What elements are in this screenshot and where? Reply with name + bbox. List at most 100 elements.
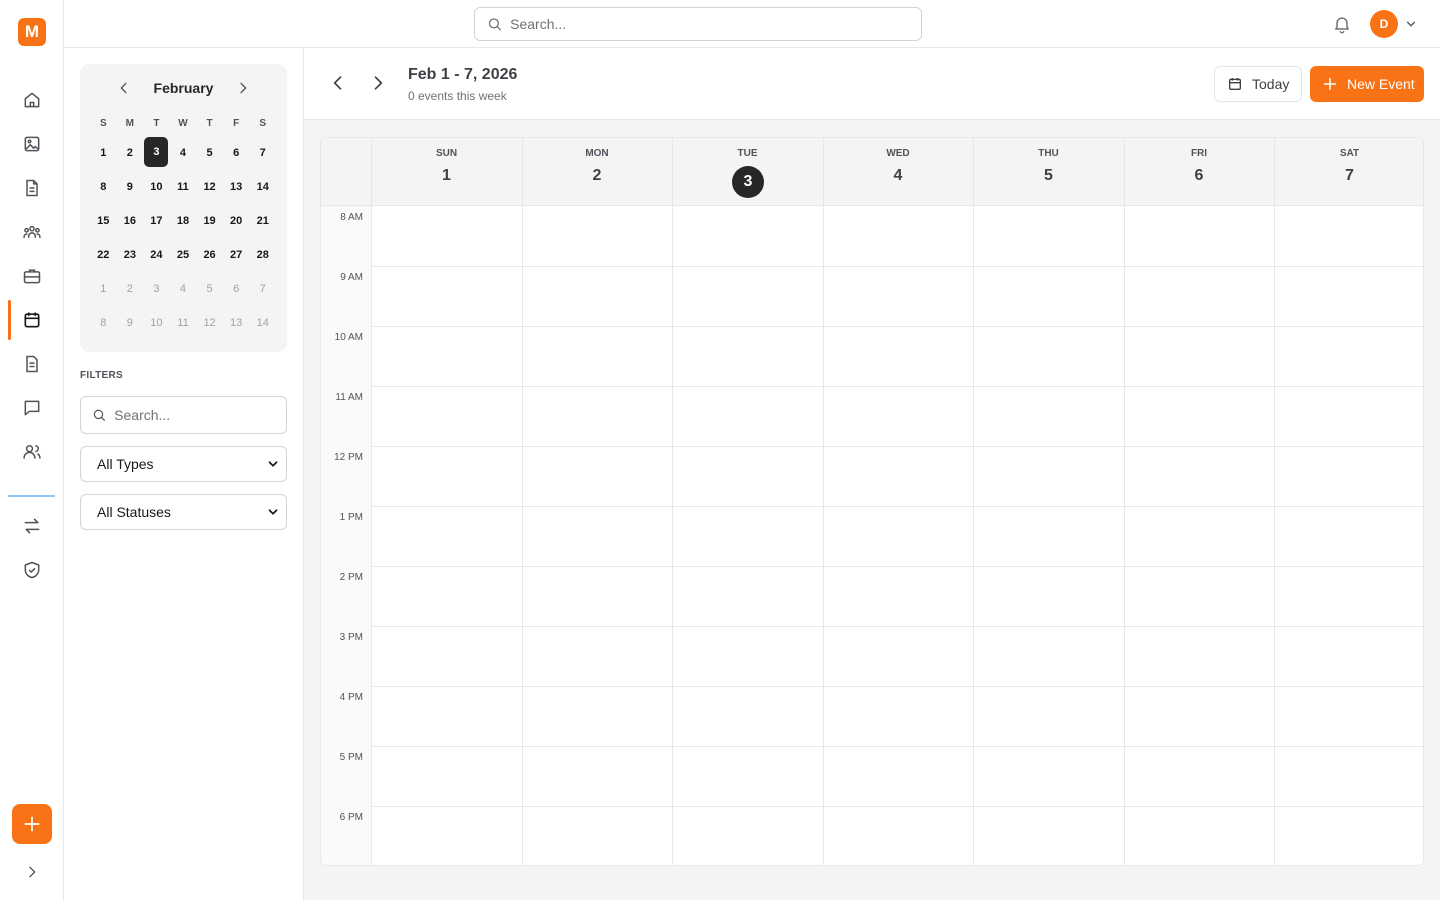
day-header-fri[interactable]: FRI 6: [1123, 138, 1274, 206]
time-slot[interactable]: [372, 746, 522, 806]
time-slot[interactable]: [673, 206, 823, 266]
day-header-thu[interactable]: THU 5: [973, 138, 1123, 206]
time-slot[interactable]: [1275, 506, 1423, 566]
time-slot[interactable]: [523, 806, 673, 865]
time-slot[interactable]: [1275, 806, 1423, 865]
time-slot[interactable]: [372, 386, 522, 446]
day-header-tue[interactable]: TUE 3: [672, 138, 822, 206]
time-slot[interactable]: [824, 566, 974, 626]
time-slot[interactable]: [372, 506, 522, 566]
time-slot[interactable]: [974, 746, 1124, 806]
time-slot[interactable]: [974, 206, 1124, 266]
file-text-icon[interactable]: [16, 348, 48, 380]
mini-calendar-day[interactable]: 11: [170, 170, 197, 204]
time-slot[interactable]: [1275, 746, 1423, 806]
time-slot[interactable]: [974, 326, 1124, 386]
time-slot[interactable]: [523, 686, 673, 746]
next-week-button[interactable]: [368, 73, 388, 93]
mini-calendar-day[interactable]: 21: [249, 204, 276, 238]
time-slot[interactable]: [1275, 566, 1423, 626]
time-slot[interactable]: [1125, 806, 1275, 865]
time-slot[interactable]: [673, 446, 823, 506]
app-logo[interactable]: M: [18, 18, 46, 46]
mini-calendar-day[interactable]: 22: [90, 238, 117, 272]
time-slot[interactable]: [372, 566, 522, 626]
time-slot[interactable]: [824, 746, 974, 806]
mini-calendar-day[interactable]: 13: [223, 170, 250, 204]
time-slot[interactable]: [673, 806, 823, 865]
time-slot[interactable]: [974, 686, 1124, 746]
mini-calendar-day[interactable]: 7: [249, 136, 276, 170]
transfer-icon[interactable]: [16, 510, 48, 542]
chat-icon[interactable]: [16, 392, 48, 424]
mini-calendar-day[interactable]: 18: [170, 204, 197, 238]
filter-search-input[interactable]: [114, 407, 286, 423]
mini-calendar-day[interactable]: 4: [170, 272, 197, 306]
day-header-sat[interactable]: SAT 7: [1274, 138, 1423, 206]
status-filter-select[interactable]: All Statuses: [80, 494, 287, 530]
chevron-down-icon[interactable]: [1404, 17, 1418, 31]
mini-calendar-day[interactable]: 28: [249, 238, 276, 272]
time-slot[interactable]: [824, 626, 974, 686]
time-slot[interactable]: [974, 626, 1124, 686]
mini-calendar-day[interactable]: 1: [90, 272, 117, 306]
time-slot[interactable]: [523, 386, 673, 446]
time-slot[interactable]: [1125, 566, 1275, 626]
time-slot[interactable]: [673, 266, 823, 326]
time-slot[interactable]: [1125, 266, 1275, 326]
day-header-mon[interactable]: MON 2: [521, 138, 672, 206]
time-slot[interactable]: [824, 686, 974, 746]
mini-calendar-day[interactable]: 4: [170, 136, 197, 170]
calendar-icon[interactable]: [16, 304, 48, 336]
mini-calendar-day[interactable]: 11: [170, 306, 197, 340]
time-slot[interactable]: [1125, 626, 1275, 686]
day-header-sun[interactable]: SUN 1: [371, 138, 521, 206]
document-icon[interactable]: [16, 172, 48, 204]
mini-calendar-day[interactable]: 19: [196, 204, 223, 238]
time-slot[interactable]: [1275, 326, 1423, 386]
time-slot[interactable]: [673, 326, 823, 386]
mini-calendar-day[interactable]: 10: [143, 170, 170, 204]
time-slot[interactable]: [1275, 386, 1423, 446]
time-slot[interactable]: [1125, 686, 1275, 746]
time-slot[interactable]: [974, 266, 1124, 326]
time-slot[interactable]: [523, 566, 673, 626]
time-slot[interactable]: [1125, 326, 1275, 386]
mini-calendar-day[interactable]: 8: [90, 306, 117, 340]
mini-calendar-day[interactable]: 8: [90, 170, 117, 204]
time-slot[interactable]: [372, 266, 522, 326]
expand-rail-button[interactable]: [20, 860, 44, 884]
time-slot[interactable]: [1275, 446, 1423, 506]
mini-calendar-day[interactable]: 2: [117, 136, 144, 170]
time-slot[interactable]: [372, 806, 522, 865]
time-slot[interactable]: [673, 746, 823, 806]
mini-calendar-day[interactable]: 10: [143, 306, 170, 340]
time-slot[interactable]: [673, 686, 823, 746]
time-slot[interactable]: [1275, 266, 1423, 326]
time-slot[interactable]: [673, 506, 823, 566]
mini-calendar-day[interactable]: 12: [196, 170, 223, 204]
mini-calendar-day[interactable]: 24: [143, 238, 170, 272]
prev-week-button[interactable]: [328, 73, 348, 93]
bell-icon[interactable]: [1332, 14, 1352, 34]
time-slot[interactable]: [372, 206, 522, 266]
time-slot[interactable]: [1125, 746, 1275, 806]
mini-calendar-day-today[interactable]: 3: [143, 136, 170, 170]
mini-calendar-day[interactable]: 6: [223, 136, 250, 170]
type-filter-select[interactable]: All Types: [80, 446, 287, 482]
image-icon[interactable]: [16, 128, 48, 160]
mini-calendar-day[interactable]: 25: [170, 238, 197, 272]
mini-calendar-day[interactable]: 27: [223, 238, 250, 272]
time-slot[interactable]: [673, 566, 823, 626]
time-slot[interactable]: [372, 686, 522, 746]
team-icon[interactable]: [16, 216, 48, 248]
today-button[interactable]: Today: [1214, 66, 1302, 102]
time-slot[interactable]: [824, 506, 974, 566]
mini-calendar-day[interactable]: 14: [249, 170, 276, 204]
mini-calendar-day[interactable]: 9: [117, 306, 144, 340]
time-slot[interactable]: [372, 626, 522, 686]
time-slot[interactable]: [974, 566, 1124, 626]
mini-calendar-day[interactable]: 13: [223, 306, 250, 340]
global-search[interactable]: [474, 7, 922, 41]
new-event-button[interactable]: New Event: [1310, 66, 1424, 102]
